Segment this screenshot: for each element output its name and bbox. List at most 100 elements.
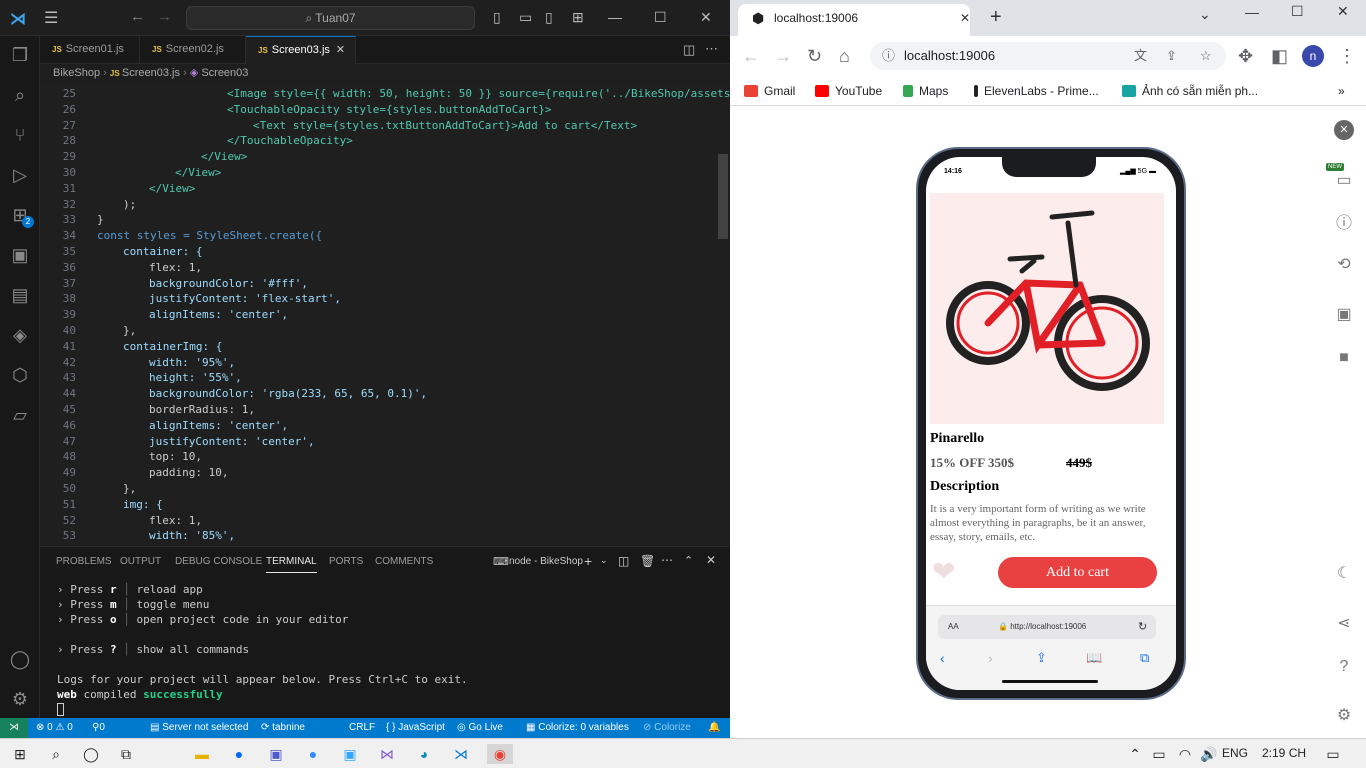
bookmark-stock-images[interactable]: Ảnh có sẵn miễn ph... [1122,83,1258,99]
add-to-cart-button[interactable]: Add to cart [998,557,1157,588]
toggle-sidebar-icon[interactable]: ▯ [493,8,501,26]
reload-icon[interactable]: ↻ [807,45,822,67]
wifi-icon[interactable]: ◠ [1174,744,1196,764]
vscode-taskbar-icon[interactable]: ⋊ [450,744,472,764]
close-icon[interactable]: ✕ [700,8,712,26]
heart-icon[interactable]: ❤ [932,557,955,587]
testing-icon[interactable]: ▤ [9,284,31,306]
bookmark-youtube[interactable]: YouTube [815,83,882,99]
safari-reload-icon[interactable]: ↻ [1138,615,1147,639]
safari-bookmarks-icon[interactable]: 📖 [1086,650,1102,666]
colorize-status[interactable]: ⊘ Colorize [643,718,691,738]
breadcrumb-file[interactable]: Screen03.js [122,67,180,79]
trash-icon[interactable]: 🗑 [640,554,655,568]
cortana-icon[interactable]: ◯ [80,744,102,764]
minimize-icon[interactable]: — [608,8,622,26]
chrome-taskbar-icon[interactable]: ◉ [487,744,513,764]
rotate-icon[interactable]: ⟲ [1332,253,1356,277]
run-debug-icon[interactable]: ▷ [9,164,31,186]
panel-tab-debug-console[interactable]: DEBUG CONSOLE [175,556,262,567]
safari-aa[interactable]: AA [948,615,959,639]
editor-scrollbar[interactable] [718,154,728,239]
split-editor-icon[interactable]: ◫ [683,42,695,58]
settings-gear-icon[interactable]: ⚙ [9,688,31,710]
back-arrow-icon[interactable]: ← [742,45,760,67]
kebab-menu-icon[interactable]: ⋮ [1338,45,1356,67]
safari-forward-icon[interactable]: › [988,650,993,666]
tab-search-icon[interactable]: ⌄ [1199,6,1211,23]
language-status[interactable]: { } JavaScript [386,718,445,738]
remote-explorer-icon[interactable]: ▣ [9,244,31,266]
safari-share-icon[interactable]: ⇪ [1036,650,1047,666]
back-arrow-icon[interactable]: ← [130,8,145,25]
problems-status[interactable]: ⊗ 0 ⚠ 0 [36,718,73,738]
split-terminal-icon[interactable]: ◫ [618,554,629,568]
minimize-icon[interactable]: — [1245,4,1259,20]
chrome-tab[interactable]: ⬢ localhost:19006 ✕ [738,4,970,36]
volume-icon[interactable]: 🔊 [1198,744,1220,764]
translate-icon[interactable]: 文 [1134,42,1147,70]
breadcrumb-folder[interactable]: BikeShop [53,67,100,79]
panel-more-icon[interactable]: ⋯ [661,553,673,567]
task-view-icon[interactable]: ⧉ [115,744,137,764]
share-icon[interactable]: ⇪ [1166,42,1177,70]
home-icon[interactable]: ⌂ [839,45,850,67]
explorer-icon[interactable]: ❐ [9,44,31,66]
close-icon[interactable]: ✕ [1337,3,1349,20]
search-icon[interactable]: ⌕ [45,744,67,764]
maximize-panel-icon[interactable]: ⌃ [684,554,693,567]
server-status[interactable]: ▤ Server not selected [150,718,248,738]
extensions-icon[interactable]: ⊞ 2 [9,204,34,228]
tab-screen01[interactable]: JS Screen01.js [40,36,140,64]
tab-screen03[interactable]: JS Screen03.js ✕ [246,36,356,64]
bookmark-elevenlabs[interactable]: ElevenLabs - Prime... [974,83,1099,99]
clock[interactable]: 2:19 CH [1262,746,1306,760]
avatar[interactable]: n [1302,45,1324,67]
address-bar[interactable]: ⓘ localhost:19006 文 ⇪ ☆ [870,42,1226,70]
customize-layout-icon[interactable]: ⊞ [572,8,584,26]
remote-icon[interactable]: ⋊ [0,718,28,738]
search-activity-icon[interactable]: ⌕ [9,84,31,106]
account-icon[interactable]: ◯ [9,648,31,670]
help-icon[interactable]: ? [1332,655,1356,679]
zalo-icon[interactable]: ● [228,744,250,764]
tray-chevron-icon[interactable]: ⌃ [1124,744,1146,764]
visual-studio-icon[interactable]: ⋈ [376,744,398,764]
share-icon[interactable]: ⋖ [1332,612,1356,636]
python-icon[interactable]: ◈ [9,324,31,346]
maximize-icon[interactable]: ☐ [654,8,667,26]
bookmark-gmail[interactable]: Gmail [744,83,795,99]
safari-address-bar[interactable]: AA 🔒 http://localhost:19006 ↻ [938,615,1156,639]
menu-icon[interactable]: ☰ [44,8,58,28]
photoshop-icon[interactable]: ▣ [339,744,361,764]
info-circle-icon[interactable]: ⓘ [1332,212,1356,236]
bookmark-star-icon[interactable]: ☆ [1200,42,1212,70]
teams-icon[interactable]: ▣ [265,744,287,764]
panel-tab-terminal[interactable]: TERMINAL [266,556,317,573]
bell-icon[interactable]: 🔔 [708,718,720,738]
notifications-icon[interactable]: ▭ [1322,744,1344,764]
bookmarks-overflow-icon[interactable]: » [1338,83,1345,99]
forward-arrow-icon[interactable]: → [774,45,792,67]
file-explorer-icon[interactable]: ▬ [191,744,213,764]
dark-mode-icon[interactable]: ☾ [1332,562,1356,586]
panel-tab-problems[interactable]: PROBLEMS [56,556,112,567]
more-actions-icon[interactable]: ⋯ [705,41,718,57]
toggle-panel-icon[interactable]: ▭ [519,8,532,26]
new-tab-icon[interactable]: + [990,6,1002,29]
tab-close-icon[interactable]: ✕ [960,4,970,32]
video-icon[interactable]: ■ [1332,346,1356,370]
ports-status[interactable]: ⚲0 [92,718,105,738]
source-control-icon[interactable]: ⑂ [9,124,31,146]
code-editor[interactable]: 25 <Image style={{ width: 50, height: 50 … [40,84,730,546]
panel-tab-ports[interactable]: PORTS [329,556,363,567]
toggle-secondary-sidebar-icon[interactable]: ▯ [545,8,553,26]
battery-icon[interactable]: ▭ [1148,744,1170,764]
docker-icon[interactable]: ⬡ [9,364,31,386]
safari-tabs-icon[interactable]: ⧉ [1140,650,1149,666]
zoom-icon[interactable]: ● [302,744,324,764]
terminal-name[interactable]: node - BikeShop [509,556,583,567]
tab-close-icon[interactable]: ✕ [336,44,345,56]
terminal-output[interactable]: › Press r │ reload app › Press m │ toggl… [40,576,730,718]
colorize-vars-status[interactable]: ▦ Colorize: 0 variables [526,718,629,738]
